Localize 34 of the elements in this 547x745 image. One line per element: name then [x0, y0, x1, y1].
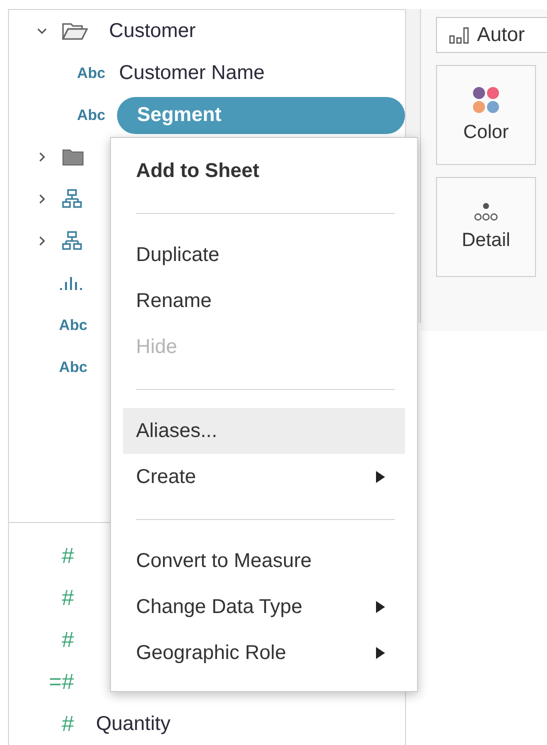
- field-item[interactable]: Quantity: [94, 712, 170, 736]
- folder-icon: [62, 148, 84, 166]
- detail-dots-icon: [473, 202, 499, 222]
- number-icon: #: [29, 711, 74, 737]
- abc-icon: Abc: [77, 106, 117, 124]
- number-icon: =#: [29, 669, 74, 695]
- menu-item[interactable]: Aliases...: [123, 408, 405, 454]
- color-dots-icon: [472, 86, 500, 114]
- number-icon: #: [29, 627, 74, 653]
- field-item[interactable]: Customer Name: [117, 62, 265, 84]
- bar-chart-icon: [449, 26, 471, 44]
- abc-icon: Abc: [59, 316, 119, 334]
- bar-chart-icon: [59, 275, 83, 291]
- abc-icon: Abc: [77, 64, 117, 82]
- number-icon: #: [29, 543, 74, 569]
- hierarchy-icon: [62, 189, 82, 209]
- menu-item[interactable]: Create: [123, 454, 405, 500]
- menu-item[interactable]: Geographic Role: [123, 630, 405, 676]
- detail-button[interactable]: Detail: [436, 177, 536, 277]
- mark-type-dropdown[interactable]: Autor: [436, 17, 547, 53]
- submenu-arrow-icon: [376, 601, 385, 613]
- submenu-arrow-icon: [376, 471, 385, 483]
- open-folder-icon: [62, 22, 88, 40]
- menu-item[interactable]: Convert to Measure: [123, 538, 405, 584]
- menu-item[interactable]: Add to Sheet: [123, 148, 405, 194]
- color-button[interactable]: Color: [436, 65, 536, 165]
- submenu-arrow-icon: [376, 647, 385, 659]
- menu-item[interactable]: Duplicate: [123, 232, 405, 278]
- menu-item[interactable]: Rename: [123, 278, 405, 324]
- number-icon: #: [29, 585, 74, 611]
- abc-icon: Abc: [59, 358, 119, 376]
- hierarchy-icon: [62, 231, 82, 251]
- field-item[interactable]: Customer: [107, 20, 196, 42]
- menu-item[interactable]: Change Data Type: [123, 584, 405, 630]
